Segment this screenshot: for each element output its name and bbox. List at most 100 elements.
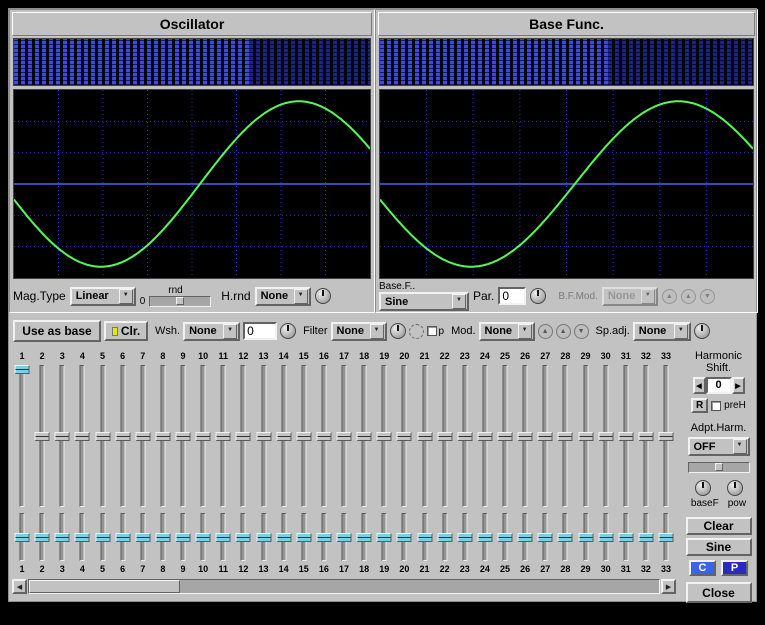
bfmod-knob-1[interactable]: ▲ [662,289,677,304]
magnitude-slider-22[interactable] [435,363,455,509]
phase-slider-5[interactable] [93,511,113,563]
adpt-harm-slider[interactable] [688,462,750,473]
bfmod-select[interactable]: None ▼ [602,287,658,306]
slider-handle[interactable] [377,533,392,542]
hrnd-select[interactable]: None ▼ [255,287,311,306]
slider-handle[interactable] [417,533,432,542]
magnitude-slider-11[interactable] [213,363,233,509]
slider-handle[interactable] [55,432,70,441]
phase-slider-17[interactable] [334,511,354,563]
basef-knob[interactable] [695,480,711,496]
slider-handle[interactable] [457,533,472,542]
slider-handle[interactable] [457,432,472,441]
slider-handle[interactable] [296,432,311,441]
phase-slider-29[interactable] [576,511,596,563]
slider-handle[interactable] [357,533,372,542]
magnitude-slider-7[interactable] [133,363,153,509]
wsh-knob[interactable] [280,323,296,339]
use-as-base-button[interactable]: Use as base [13,320,101,342]
slider-handle[interactable] [15,533,30,542]
magnitude-slider-15[interactable] [294,363,314,509]
magnitude-slider-27[interactable] [535,363,555,509]
slider-handle[interactable] [638,533,653,542]
mag-type-select[interactable]: Linear ▼ [70,287,136,306]
adpt-slider-handle[interactable] [715,463,723,471]
phase-slider-30[interactable] [596,511,616,563]
magnitude-slider-19[interactable] [374,363,394,509]
slider-handle[interactable] [518,533,533,542]
slider-handle[interactable] [518,432,533,441]
bfmod-knob-2[interactable]: ▲ [681,289,696,304]
slider-handle[interactable] [35,533,50,542]
slider-handle[interactable] [337,533,352,542]
slider-handle[interactable] [196,432,211,441]
phase-slider-28[interactable] [555,511,575,563]
slider-handle[interactable] [477,432,492,441]
basef-select[interactable]: Sine ▼ [379,292,469,311]
slider-handle[interactable] [578,432,593,441]
slider-handle[interactable] [498,533,513,542]
phase-slider-32[interactable] [636,511,656,563]
scroll-right-button[interactable]: ▶ [661,579,676,594]
magnitude-slider-25[interactable] [495,363,515,509]
bfmod-knob-3[interactable]: ▼ [700,289,715,304]
slider-handle[interactable] [256,533,271,542]
adpt-harm-select[interactable]: OFF ▼ [688,437,750,456]
magnitude-slider-29[interactable] [576,363,596,509]
slider-handle[interactable] [357,432,372,441]
magnitude-slider-3[interactable] [52,363,72,509]
slider-handle[interactable] [558,533,573,542]
slider-handle[interactable] [176,533,191,542]
slider-handle[interactable] [598,533,613,542]
shift-decrement-button[interactable]: ◀ [693,377,706,394]
slider-handle[interactable] [95,432,110,441]
wsh-param-input[interactable] [243,322,277,340]
phase-slider-24[interactable] [475,511,495,563]
slider-handle[interactable] [417,432,432,441]
slider-handle[interactable] [75,432,90,441]
phase-slider-9[interactable] [173,511,193,563]
slider-handle[interactable] [316,533,331,542]
slider-handle[interactable] [135,432,150,441]
magnitude-slider-26[interactable] [515,363,535,509]
slider-handle[interactable] [316,432,331,441]
magnitude-slider-18[interactable] [354,363,374,509]
slider-handle[interactable] [437,533,452,542]
magnitude-slider-33[interactable] [656,363,676,509]
magnitude-slider-14[interactable] [274,363,294,509]
magnitude-slider-9[interactable] [173,363,193,509]
magnitude-slider-13[interactable] [254,363,274,509]
phase-slider-31[interactable] [616,511,636,563]
slider-handle[interactable] [196,533,211,542]
slider-handle[interactable] [155,533,170,542]
phase-slider-20[interactable] [394,511,414,563]
magnitude-slider-2[interactable] [32,363,52,509]
phase-slider-4[interactable] [72,511,92,563]
slider-handle[interactable] [578,533,593,542]
magnitude-slider-6[interactable] [113,363,133,509]
mod-knob-2[interactable]: ▲ [556,324,571,339]
phase-slider-8[interactable] [153,511,173,563]
sine-button[interactable]: Sine [686,538,752,556]
phase-slider-7[interactable] [133,511,153,563]
preh-checkbox[interactable] [711,401,721,411]
phase-slider-27[interactable] [535,511,555,563]
slider-handle[interactable] [638,432,653,441]
slider-handle[interactable] [618,533,633,542]
magnitude-slider-24[interactable] [475,363,495,509]
magnitude-slider-17[interactable] [334,363,354,509]
clear-button[interactable]: Clear [686,517,752,535]
magnitude-slider-30[interactable] [596,363,616,509]
magnitude-slider-20[interactable] [394,363,414,509]
phase-slider-22[interactable] [435,511,455,563]
phase-slider-18[interactable] [354,511,374,563]
phase-slider-33[interactable] [656,511,676,563]
slider-handle[interactable] [397,533,412,542]
slider-handle[interactable] [558,432,573,441]
mod-select[interactable]: None ▼ [479,322,535,341]
rnd-slider-handle[interactable] [176,297,184,305]
slider-handle[interactable] [35,432,50,441]
phase-slider-14[interactable] [274,511,294,563]
phase-slider-15[interactable] [294,511,314,563]
slider-handle[interactable] [236,432,251,441]
